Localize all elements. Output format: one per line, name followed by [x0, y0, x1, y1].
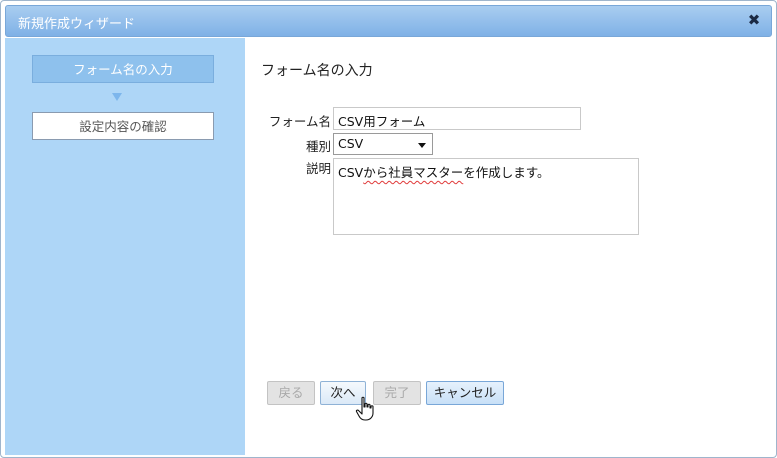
- finish-button[interactable]: 完了: [373, 381, 421, 405]
- type-select[interactable]: CSV: [333, 133, 433, 155]
- step-arrow-down-icon: [112, 93, 122, 101]
- form-name-value: CSV用フォーム: [338, 114, 426, 129]
- type-select-value: CSV: [338, 136, 364, 151]
- hand-pointer-cursor-icon: [355, 396, 374, 421]
- description-text-prefix: CSV: [338, 165, 364, 180]
- wizard-dialog: 新規作成ウィザード ✖ フォーム名の入力 設定内容の確認 フォーム名の入力 フォ…: [0, 0, 777, 458]
- cancel-button[interactable]: キャンセル: [426, 381, 504, 405]
- description-textarea[interactable]: CSVから社員マスターを作成します。: [333, 158, 639, 235]
- type-label: 種別: [305, 139, 331, 154]
- form-name-label: フォーム名: [268, 114, 331, 129]
- chevron-down-icon: [418, 143, 426, 148]
- close-icon[interactable]: ✖: [745, 11, 763, 29]
- dialog-title: 新規作成ウィザード: [18, 17, 136, 32]
- dialog-titlebar: 新規作成ウィザード ✖: [5, 5, 772, 37]
- description-text-suffix: を作成します。: [463, 165, 550, 180]
- description-text-spellcheck: から社員マスター: [363, 165, 464, 180]
- step-confirm-settings[interactable]: 設定内容の確認: [32, 112, 214, 140]
- page-title: フォーム名の入力: [261, 63, 373, 79]
- description-label: 説明: [305, 161, 331, 176]
- back-button[interactable]: 戻る: [267, 381, 315, 405]
- form-name-input[interactable]: CSV用フォーム: [333, 107, 581, 130]
- wizard-content: フォーム名の入力 フォーム名 CSV用フォーム 種別 CSV 説明 CSVから社…: [245, 38, 774, 455]
- step-form-name[interactable]: フォーム名の入力: [32, 55, 214, 83]
- wizard-steps-sidebar: フォーム名の入力 設定内容の確認: [5, 38, 245, 455]
